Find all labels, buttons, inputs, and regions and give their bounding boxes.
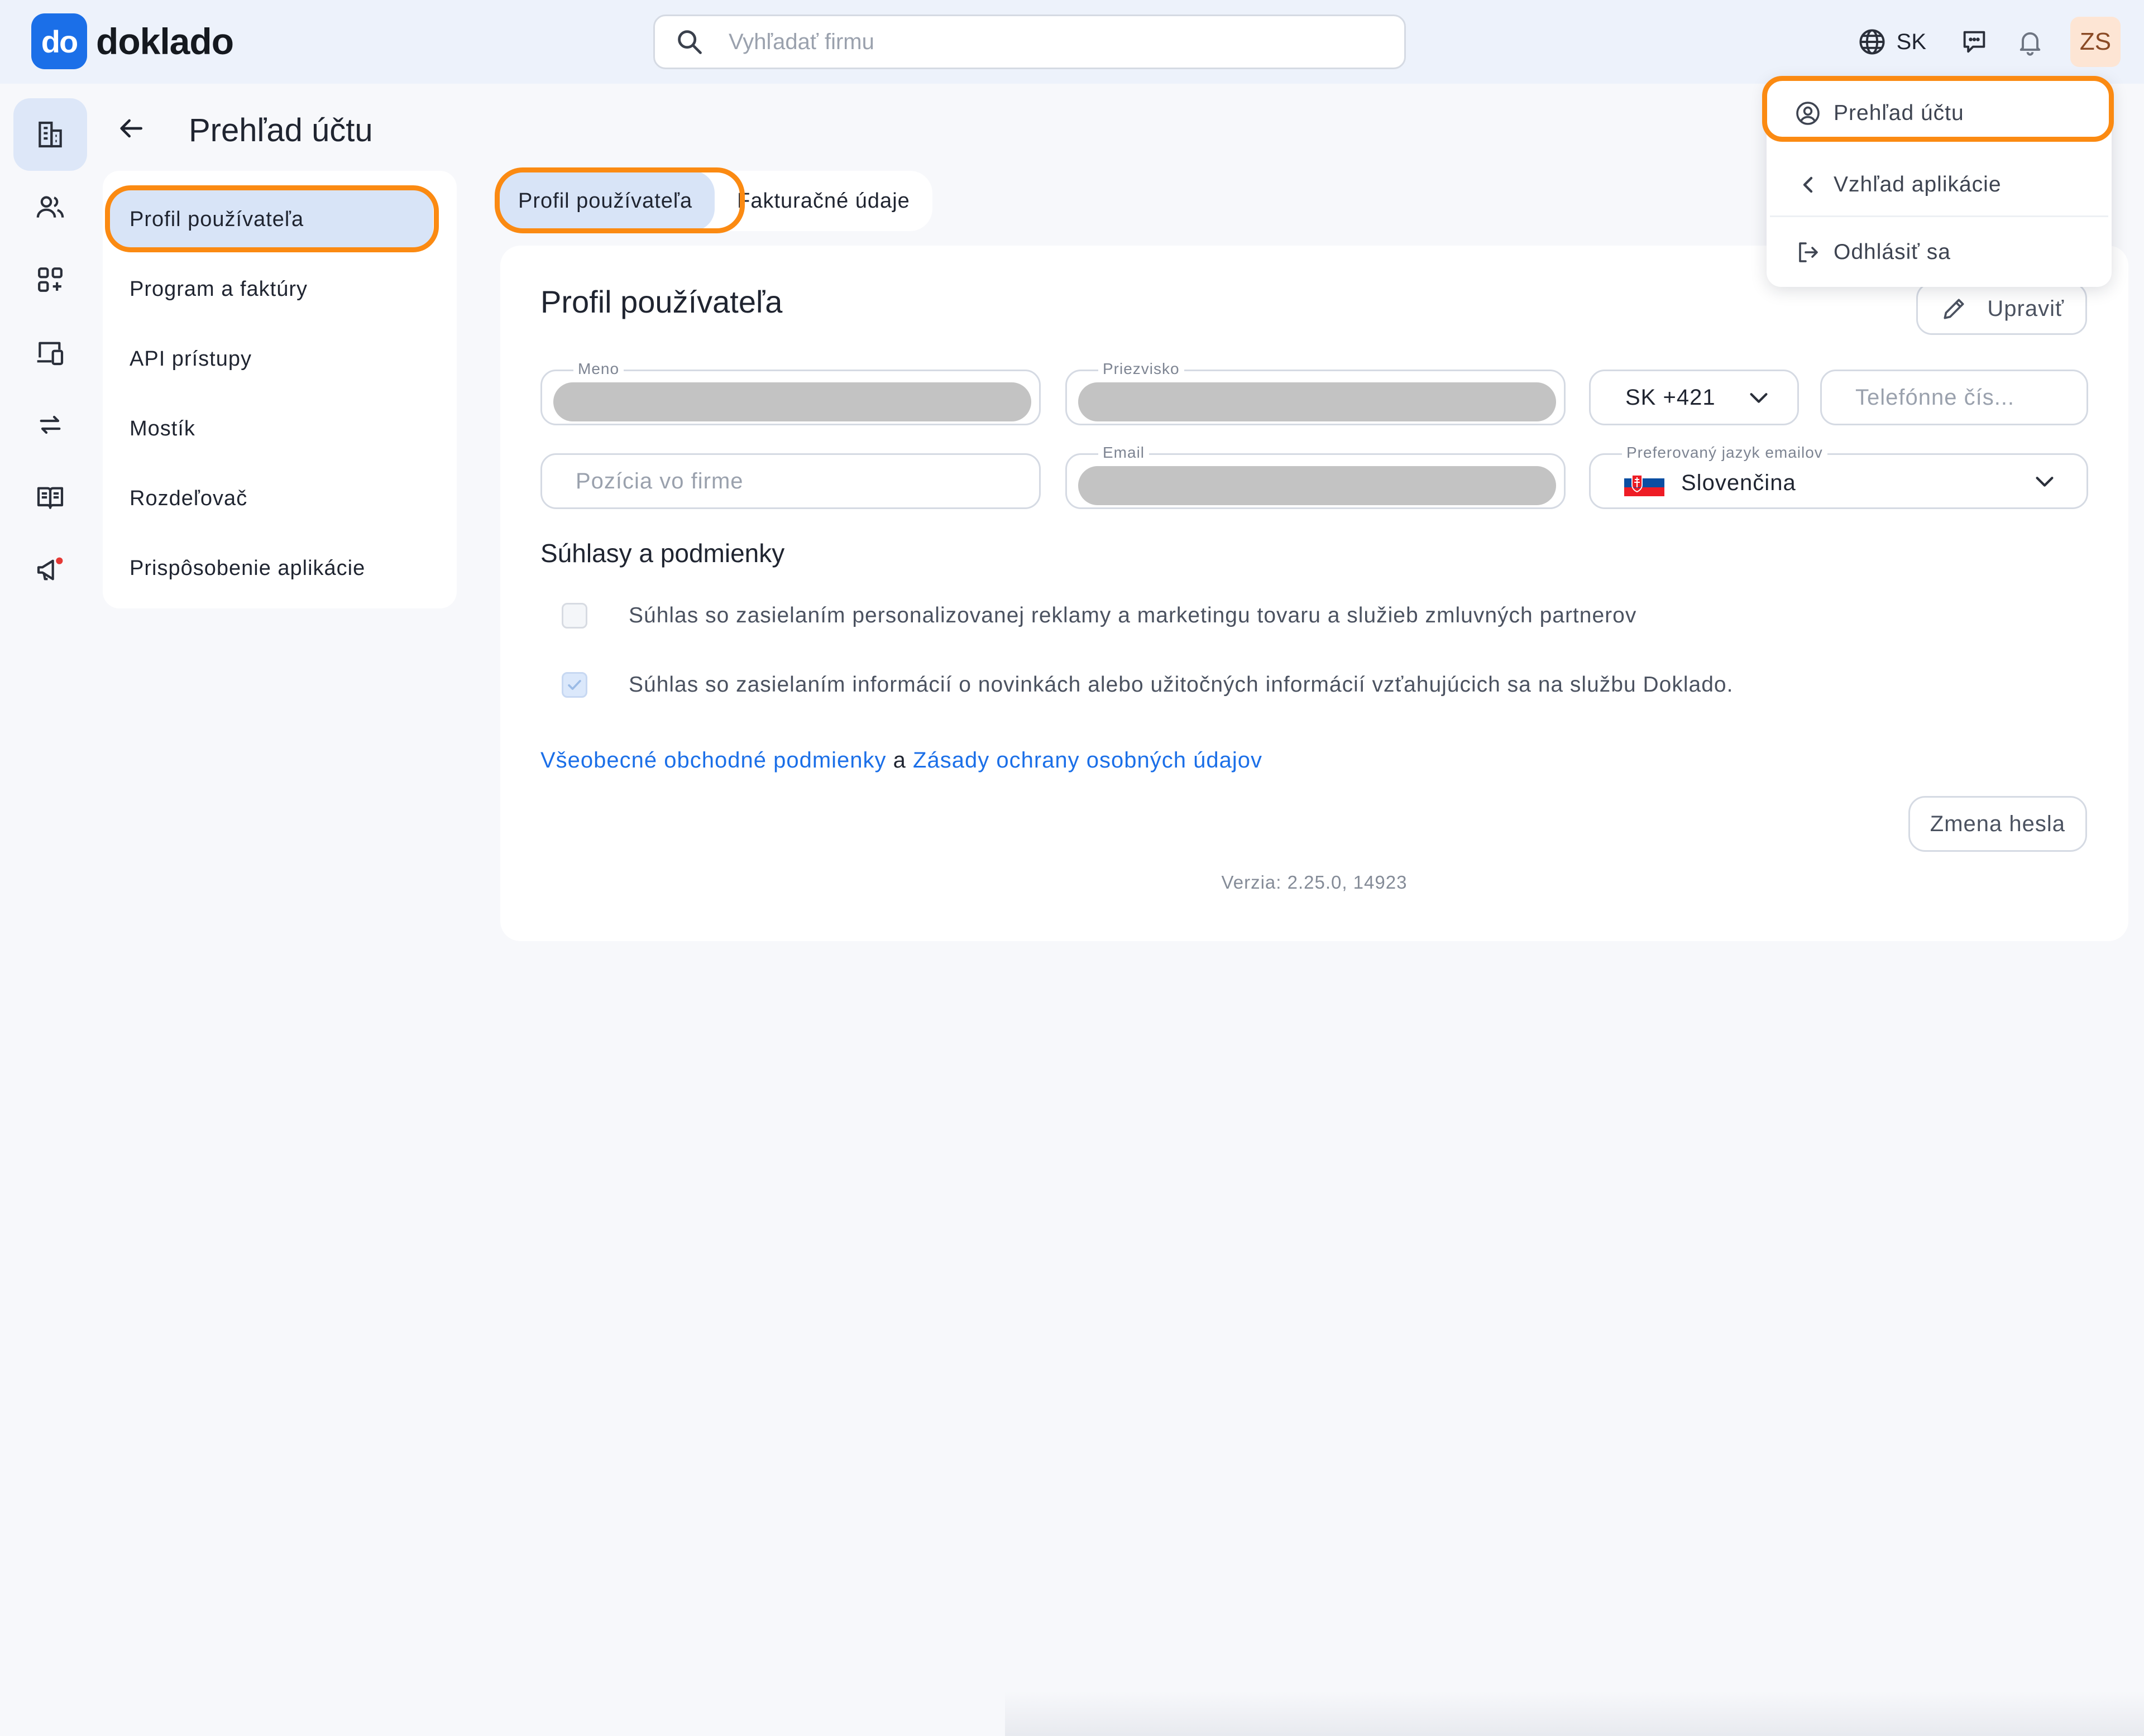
redacted-value — [1078, 382, 1556, 421]
app-logo[interactable]: do doklado — [31, 13, 234, 69]
redacted-value — [553, 382, 1031, 421]
last-name-label: Priezvisko — [1098, 360, 1184, 378]
bottom-shade — [1005, 1691, 2144, 1736]
links-conjunction: a — [893, 748, 906, 773]
email-label: Email — [1098, 444, 1150, 462]
checkmark-icon — [568, 680, 581, 690]
phone-number-field[interactable]: Telefónne čís... — [1820, 370, 2088, 425]
pencil-icon — [1944, 299, 1964, 319]
phone-number-placeholder: Telefónne čís... — [1855, 385, 2015, 410]
slovakia-flag-icon — [1624, 469, 1664, 496]
rail-item-contacts[interactable] — [13, 171, 87, 243]
notifications-button[interactable] — [2014, 26, 2046, 57]
notification-dot — [56, 557, 63, 564]
user-circle-icon — [1796, 102, 1820, 125]
rail-item-transfers[interactable] — [13, 389, 87, 461]
chevron-down-icon — [2036, 477, 2054, 487]
phone-prefix-value: SK +421 — [1625, 385, 1716, 410]
profile-card-title: Profil používateľa — [540, 284, 783, 319]
language-switcher[interactable]: SK — [1858, 27, 1926, 56]
left-rail — [13, 98, 87, 606]
logout-icon — [1799, 242, 1818, 262]
bell-icon — [2019, 32, 2041, 56]
messages-button[interactable] — [1959, 26, 1990, 57]
megaphone-icon — [37, 557, 63, 581]
first-name-label: Meno — [573, 360, 624, 378]
app-version: Verzia: 2.25.0, 14923 — [1221, 872, 1408, 893]
chevron-left-icon — [1803, 176, 1813, 193]
back-arrow-icon[interactable] — [115, 113, 146, 144]
settings-nav: Profil používateľa Program a faktúry API… — [103, 171, 457, 608]
logo-text: doklado — [96, 21, 234, 62]
email-language-select[interactable]: Preferovaný jazyk emailov Slovenčina — [1589, 444, 2088, 509]
language-label: SK — [1896, 29, 1926, 54]
tab-user-profile[interactable]: Profil používateľa — [496, 171, 715, 231]
menu-item-label: Vzhľad aplikácie — [1834, 172, 2002, 196]
settings-nav-item-app-customization[interactable]: Prispôsobenie aplikácie — [107, 536, 433, 600]
redacted-value — [1078, 466, 1556, 505]
privacy-link[interactable]: Zásady ochrany osobných údajov — [913, 748, 1262, 773]
transfer-arrows-icon — [40, 415, 61, 434]
settings-nav-item-program-invoices[interactable]: Program a faktúry — [107, 257, 433, 321]
page-title: Prehľad účtu — [189, 112, 373, 148]
change-password-button[interactable]: Zmena hesla — [1908, 796, 2087, 852]
chevron-down-icon — [1750, 393, 1768, 403]
phone-prefix-select[interactable]: SK +421 — [1589, 370, 1799, 425]
menu-item-app-appearance[interactable]: Vzhľad aplikácie — [1767, 150, 2112, 220]
email-field[interactable]: Email — [1065, 444, 1566, 509]
settings-nav-item-api-access[interactable]: API prístupy — [107, 327, 433, 391]
first-name-field[interactable]: Meno — [540, 360, 1041, 425]
settings-nav-item-user-profile[interactable]: Profil používateľa — [107, 188, 433, 251]
top-bar: do doklado SK ZS — [0, 0, 2144, 84]
terms-link[interactable]: Všeobecné obchodné podmienky — [540, 748, 887, 773]
email-language-label: Preferovaný jazyk emailov — [1622, 444, 1827, 462]
chat-icon — [1963, 31, 1985, 53]
consent-marketing: Súhlas so zasielaním personalizovanej re… — [562, 603, 1636, 629]
menu-item-label: Prehľad účtu — [1834, 101, 1964, 125]
profile-tabs: Profil používateľa Fakturačné údaje — [496, 171, 932, 231]
position-placeholder: Pozícia vo firme — [576, 468, 744, 493]
consents-section-title: Súhlasy a podmienky — [540, 539, 785, 568]
position-field[interactable]: Pozícia vo firme — [540, 453, 1041, 509]
consent-news-text: Súhlas so zasielaním informácií o novink… — [629, 673, 1734, 697]
menu-item-logout[interactable]: Odhlásiť sa — [1767, 217, 2112, 287]
building-icon — [39, 121, 62, 148]
consent-marketing-checkbox[interactable] — [562, 603, 587, 629]
menu-item-label: Odhlásiť sa — [1834, 240, 1951, 264]
last-name-field[interactable]: Priezvisko — [1065, 360, 1566, 425]
edit-profile-button[interactable]: Upraviť — [1916, 282, 2087, 335]
apps-add-icon — [38, 267, 63, 292]
book-icon — [37, 487, 64, 509]
settings-nav-item-splitter[interactable]: Rozdeľovač — [107, 467, 433, 530]
users-icon — [36, 196, 64, 218]
legal-links: Všeobecné obchodné podmienky a Zásady oc… — [540, 748, 1262, 773]
consent-news-checkbox[interactable] — [562, 672, 587, 698]
profile-card: Profil používateľa Upraviť Meno Priezvis… — [500, 246, 2128, 941]
edit-profile-label: Upraviť — [1987, 296, 2064, 321]
user-avatar[interactable]: ZS — [2070, 17, 2121, 67]
account-menu: Prehľad účtu Vzhľad aplikácie Odhlásiť s… — [1767, 78, 2112, 287]
email-language-value: Slovenčina — [1681, 470, 1796, 495]
rail-item-announcements[interactable] — [13, 534, 87, 606]
search-input[interactable] — [728, 28, 1342, 55]
consent-news: Súhlas so zasielaním informácií o novink… — [562, 672, 1733, 698]
company-search — [653, 15, 1406, 69]
rail-item-devices[interactable] — [13, 316, 87, 389]
rail-item-apps[interactable] — [13, 243, 87, 316]
rail-item-companies[interactable] — [13, 98, 87, 171]
search-icon — [678, 30, 702, 54]
globe-icon — [1859, 29, 1885, 55]
rail-item-knowledge-base[interactable] — [13, 461, 87, 534]
logo-badge: do — [31, 13, 87, 69]
devices-icon — [37, 342, 64, 366]
consent-marketing-text: Súhlas so zasielaním personalizovanej re… — [629, 603, 1637, 627]
menu-item-account-overview[interactable]: Prehľad účtu — [1767, 78, 2112, 148]
settings-nav-item-bridge[interactable]: Mostík — [107, 397, 433, 461]
tab-billing-details[interactable]: Fakturačné údaje — [715, 171, 932, 231]
